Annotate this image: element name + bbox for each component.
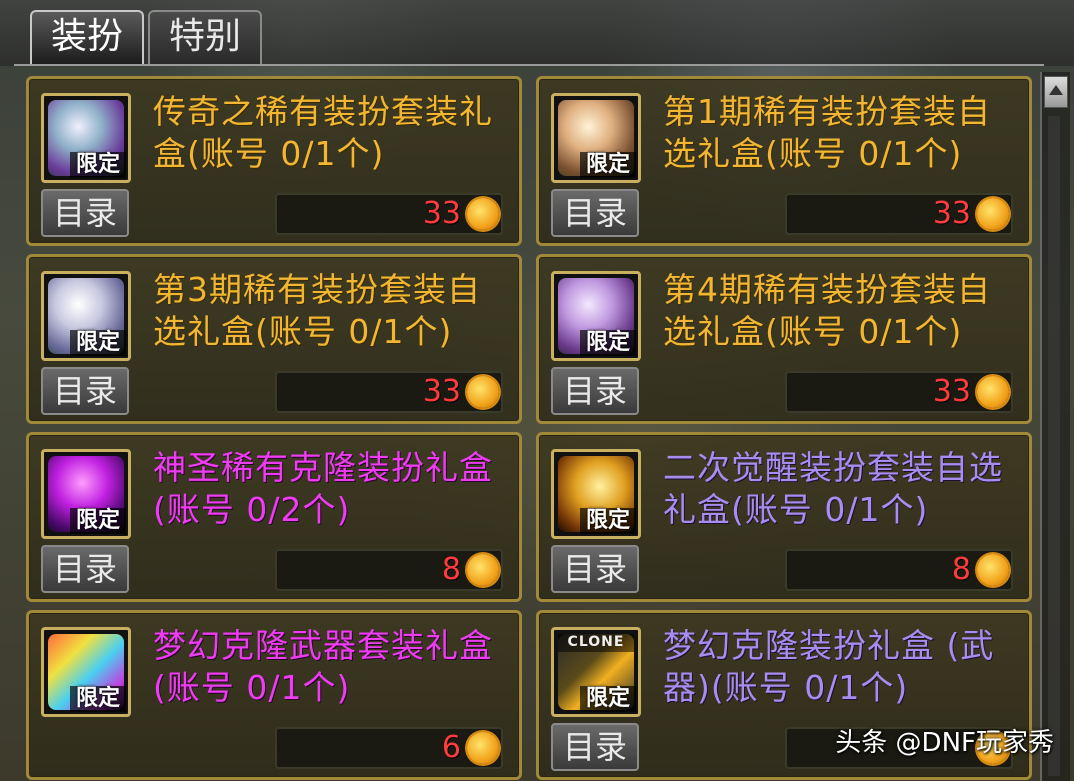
catalog-button[interactable]: 目录 bbox=[551, 189, 639, 237]
item-title: 第3期稀有装扮套装自选礼盒(账号 0/1个) bbox=[153, 270, 481, 351]
price-bar: 33 bbox=[785, 371, 1013, 413]
shop-item[interactable]: 限定 第4期稀有装扮套装自选礼盒(账号 0/1个) 目录 33 bbox=[536, 254, 1032, 424]
season4-avatar-box-icon[interactable]: 限定 bbox=[551, 271, 641, 361]
tab-bar: 装扮 特别 bbox=[0, 0, 1074, 66]
shop-item[interactable]: 限定 传奇之稀有装扮套装礼盒(账号 0/1个) 目录 33 bbox=[26, 76, 522, 246]
coin-icon bbox=[977, 198, 1009, 230]
dream-clone-avatar-box-icon[interactable]: CLONE 限定 bbox=[551, 627, 641, 717]
dream-clone-weapon-box-icon[interactable]: 限定 bbox=[41, 627, 131, 717]
item-title: 第4期稀有装扮套装自选礼盒(账号 0/1个) bbox=[663, 270, 991, 351]
item-price: 8 bbox=[951, 552, 971, 587]
catalog-button[interactable]: 目录 bbox=[41, 545, 129, 593]
limited-badge: 限定 bbox=[580, 508, 636, 534]
legendary-avatar-box-icon[interactable]: 限定 bbox=[41, 93, 131, 183]
limited-badge: 限定 bbox=[70, 330, 126, 356]
price-bar: 33 bbox=[275, 193, 503, 235]
season3-avatar-box-icon[interactable]: 限定 bbox=[41, 271, 131, 361]
item-price: 33 bbox=[932, 374, 971, 409]
item-price: 8 bbox=[441, 552, 461, 587]
panel-divider bbox=[14, 64, 1044, 66]
shop-item[interactable]: 限定 第3期稀有装扮套装自选礼盒(账号 0/1个) 目录 33 bbox=[26, 254, 522, 424]
item-price: 33 bbox=[932, 196, 971, 231]
scroll-up-arrow-icon[interactable] bbox=[1044, 76, 1068, 108]
coin-icon bbox=[467, 376, 499, 408]
catalog-button[interactable]: 目录 bbox=[41, 367, 129, 415]
second-awakening-box-icon[interactable]: 限定 bbox=[551, 449, 641, 539]
scroll-track[interactable] bbox=[1048, 116, 1060, 776]
limited-badge: 限定 bbox=[580, 330, 636, 356]
coin-icon bbox=[977, 376, 1009, 408]
catalog-button[interactable]: 目录 bbox=[551, 367, 639, 415]
price-bar: 8 bbox=[785, 549, 1013, 591]
item-title: 梦幻克隆武器套装礼盒(账号 0/1个) bbox=[153, 626, 493, 707]
item-title: 梦幻克隆装扮礼盒 (武器)(账号 0/1个) bbox=[663, 626, 995, 707]
price-bar: 8 bbox=[275, 549, 503, 591]
shop-item[interactable]: 限定 神圣稀有克隆装扮礼盒(账号 0/2个) 目录 8 bbox=[26, 432, 522, 602]
limited-badge: 限定 bbox=[580, 152, 636, 178]
coin-icon bbox=[467, 554, 499, 586]
clone-label: CLONE bbox=[558, 634, 634, 652]
item-title: 二次觉醒装扮套装自选礼盒(账号 0/1个) bbox=[663, 448, 1003, 529]
item-price: 33 bbox=[422, 196, 461, 231]
catalog-button[interactable]: 目录 bbox=[41, 189, 129, 237]
shop-item[interactable]: 限定 第1期稀有装扮套装自选礼盒(账号 0/1个) 目录 33 bbox=[536, 76, 1032, 246]
price-bar: 33 bbox=[785, 193, 1013, 235]
shop-item[interactable]: 限定 梦幻克隆武器套装礼盒(账号 0/1个) 目录 6 bbox=[26, 610, 522, 780]
limited-badge: 限定 bbox=[70, 152, 126, 178]
item-title: 第1期稀有装扮套装自选礼盒(账号 0/1个) bbox=[663, 92, 991, 173]
season1-avatar-box-icon[interactable]: 限定 bbox=[551, 93, 641, 183]
catalog-button[interactable]: 目录 bbox=[551, 723, 639, 771]
item-price: 6 bbox=[441, 730, 461, 765]
catalog-button[interactable]: 目录 bbox=[551, 545, 639, 593]
limited-badge: 限定 bbox=[70, 508, 126, 534]
shop-item[interactable]: 限定 二次觉醒装扮套装自选礼盒(账号 0/1个) 目录 8 bbox=[536, 432, 1032, 602]
price-bar: 6 bbox=[275, 727, 503, 769]
coin-icon bbox=[467, 198, 499, 230]
coin-icon bbox=[467, 732, 499, 764]
tab-special[interactable]: 特别 bbox=[148, 10, 262, 64]
scrollbar[interactable] bbox=[1040, 72, 1070, 781]
limited-badge: 限定 bbox=[580, 686, 636, 712]
watermark: 头条 @DNF玩家秀 bbox=[835, 728, 1054, 758]
limited-badge: 限定 bbox=[70, 686, 126, 712]
item-price: 33 bbox=[422, 374, 461, 409]
tab-avatar[interactable]: 装扮 bbox=[30, 10, 144, 64]
coin-icon bbox=[977, 554, 1009, 586]
item-title: 传奇之稀有装扮套装礼盒(账号 0/1个) bbox=[153, 92, 493, 173]
holy-clone-box-icon[interactable]: 限定 bbox=[41, 449, 131, 539]
item-title: 神圣稀有克隆装扮礼盒(账号 0/2个) bbox=[153, 448, 493, 529]
price-bar: 33 bbox=[275, 371, 503, 413]
